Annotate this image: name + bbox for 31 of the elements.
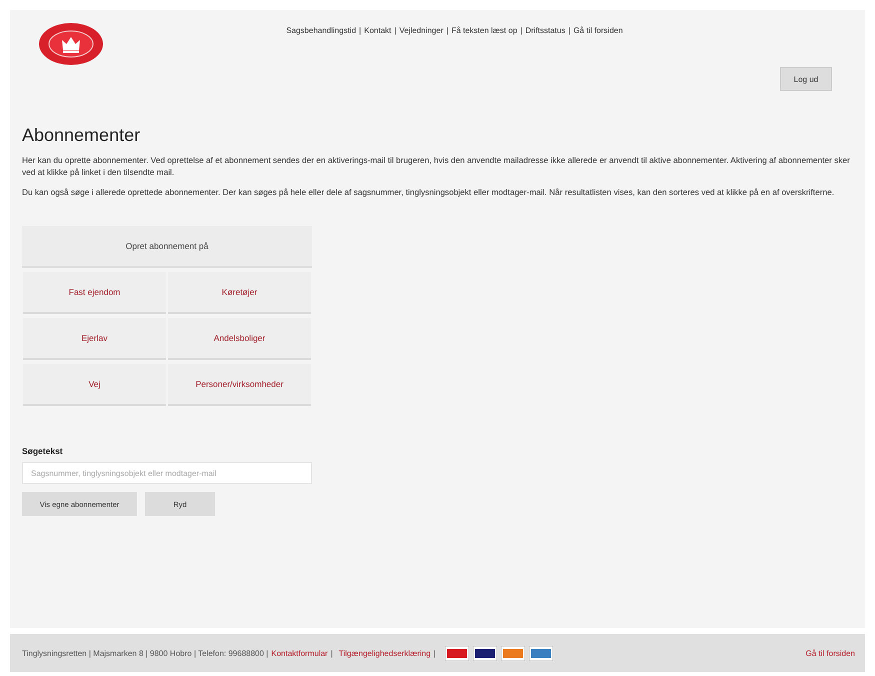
search-field[interactable]: Sagsnummer, tinglysningsobjekt eller modtager-mail — [22, 462, 312, 484]
nav-link[interactable]: Kontakt — [364, 26, 392, 38]
separator: | — [432, 648, 437, 658]
home-link[interactable]: Gå til forsiden — [806, 648, 855, 658]
subscription-option[interactable]: Vej — [23, 364, 166, 406]
footer-link[interactable]: Tilgængelighedserklæring — [338, 648, 431, 658]
separator: | — [358, 26, 362, 37]
subscription-option[interactable]: Personer/virksomheder — [168, 364, 311, 406]
separator: | — [567, 26, 572, 37]
nav-link[interactable]: Gå til forsiden — [573, 26, 623, 38]
separator: | — [330, 648, 334, 658]
nav-link[interactable]: Vejledninger — [399, 26, 444, 38]
logout-button[interactable]: Log ud — [780, 67, 832, 91]
subscription-option[interactable]: Andelsboliger — [168, 318, 311, 360]
nav-link[interactable]: Sagsbehandlingstid — [286, 26, 356, 38]
nav-link[interactable]: Få teksten læst op — [451, 26, 518, 38]
footer-info: Tinglysningsretten | Majsmarken 8 | 9800 Hobro | Telefon: 99688800 | — [22, 648, 268, 658]
nav-link[interactable]: Driftsstatus — [525, 26, 566, 38]
separator: | — [393, 26, 398, 37]
subscription-option[interactable]: Ejerlav — [23, 318, 166, 360]
crest-logo — [38, 22, 104, 66]
subscription-option[interactable]: Fast ejendom — [23, 272, 166, 314]
page-title: Abonnementer — [22, 125, 142, 146]
subscription-option[interactable]: Køretøjer — [168, 272, 311, 314]
panel-heading: Opret abonnement på — [22, 226, 312, 268]
separator: | — [519, 26, 524, 37]
intro-paragraph: Du kan også søge i allerede oprettede abonnementer. Der kan søges på hele eller dele af sagsnummer, tinglysningsobjekt eller modtager-mail. Når resultatlisten vises, kan den sorteres ved at klikke på en af overskrifterne. — [22, 186, 836, 198]
footer-link[interactable]: Kontaktformular — [271, 648, 328, 658]
separator: | — [445, 26, 450, 37]
search-label: Søgetekst — [22, 446, 64, 456]
intro-paragraph: Her kan du oprette abonnementer. Ved oprettelse af et abonnement sendes der en aktiverings-mail til brugeren, hvis den anvendte mailadresse ikke allerede er anvendt til aktive abonnementer. Aktivering af abonnementer sker ved at klikke på linket i den tilsendte mail. — [22, 154, 851, 178]
